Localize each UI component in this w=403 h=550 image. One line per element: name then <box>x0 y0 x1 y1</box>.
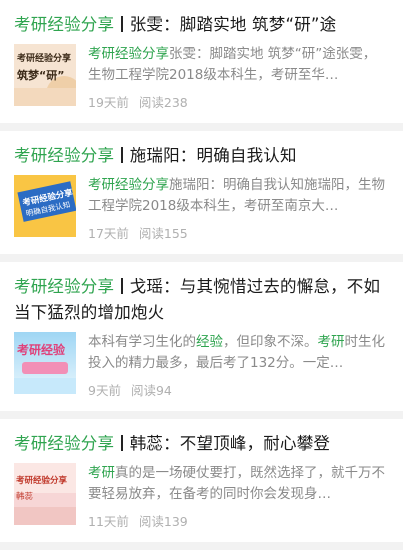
article-summary: 本科有学习生化的经验，但印象不深。考研时生化投入的精力最多，最后考了132分。一… <box>88 334 385 371</box>
publish-time: 17天前 <box>88 226 129 241</box>
title-divider <box>121 278 123 294</box>
read-count: 阅读139 <box>138 514 188 529</box>
article-title[interactable]: 考研经验分享 施瑞阳：明确自我认知 <box>14 143 389 169</box>
article-title-text[interactable]: 韩蕊：不望顶峰，耐心攀登 <box>130 434 330 453</box>
publish-time: 11天前 <box>88 514 129 529</box>
article-tag[interactable]: 考研经验分享 <box>14 277 114 296</box>
read-count: 阅读238 <box>138 95 188 110</box>
article-card[interactable]: 考研经验分享 张雯：脚踏实地 筑梦“研”途 考研经验分享 筑梦“研” 考研经验分享… <box>0 0 403 131</box>
title-divider <box>121 147 123 163</box>
article-title-text[interactable]: 施瑞阳：明确自我认知 <box>130 146 297 165</box>
publish-time: 19天前 <box>88 95 129 110</box>
title-divider <box>121 435 123 451</box>
read-count: 阅读155 <box>138 226 188 241</box>
article-thumbnail[interactable]: 考研经验分享 筑梦“研” <box>14 44 76 106</box>
article-summary: 考研真的是一场硬仗要打，既然选择了，就千万不要轻易放弃，在备考的同时你会发现身… <box>88 465 385 502</box>
article-title-text[interactable]: 张雯：脚踏实地 筑梦“研”途 <box>130 15 337 34</box>
article-title[interactable]: 考研经验分享 张雯：脚踏实地 筑梦“研”途 <box>14 12 389 38</box>
article-card[interactable]: 考研经验分享 韩蕊：不望顶峰，耐心攀登 考研经验分享 韩蕊 考研真的是一场硬仗要打… <box>0 419 403 550</box>
article-card[interactable]: 考研经验分享 施瑞阳：明确自我认知 考研经验分享 明确自我认知 考研经验分享施瑞阳… <box>0 131 403 262</box>
svg-text:考研经验: 考研经验 <box>17 342 66 357</box>
article-thumbnail[interactable]: 考研经验分享 韩蕊 <box>14 463 76 525</box>
read-count: 阅读94 <box>130 383 172 398</box>
article-meta: 19天前 阅读238 <box>88 92 389 111</box>
article-meta: 9天前 阅读94 <box>88 380 389 399</box>
svg-text:韩蕊: 韩蕊 <box>16 491 34 502</box>
article-summary: 考研经验分享施瑞阳：明确自我认知施瑞阳，生物工程学院2018级本科生，考研至南京… <box>88 177 385 214</box>
article-tag[interactable]: 考研经验分享 <box>14 434 114 453</box>
svg-text:考研经验分享: 考研经验分享 <box>17 52 71 64</box>
article-tag[interactable]: 考研经验分享 <box>14 146 114 165</box>
article-meta: 17天前 阅读155 <box>88 223 389 242</box>
title-divider <box>121 16 123 32</box>
article-title[interactable]: 考研经验分享 韩蕊：不望顶峰，耐心攀登 <box>14 431 389 457</box>
publish-time: 9天前 <box>88 383 121 398</box>
svg-text:筑梦“研”: 筑梦“研” <box>17 68 64 82</box>
article-summary: 考研经验分享张雯：脚踏实地 筑梦“研”途张雯，生物工程学院2018级本科生，考研… <box>88 46 377 83</box>
article-meta: 11天前 阅读139 <box>88 511 389 530</box>
article-thumbnail[interactable]: 考研经验分享 明确自我认知 <box>14 175 76 237</box>
article-card[interactable]: 考研经验分享 戈瑶：与其惋惜过去的懈怠，不如当下猛烈的增加炮火 考研经验 本科有… <box>0 262 403 419</box>
svg-text:考研经验分享: 考研经验分享 <box>16 475 68 486</box>
article-title[interactable]: 考研经验分享 戈瑶：与其惋惜过去的懈怠，不如当下猛烈的增加炮火 <box>14 274 389 326</box>
article-list: 考研经验分享 张雯：脚踏实地 筑梦“研”途 考研经验分享 筑梦“研” 考研经验分享… <box>0 0 403 550</box>
article-tag[interactable]: 考研经验分享 <box>14 15 114 34</box>
article-thumbnail[interactable]: 考研经验 <box>14 332 76 394</box>
